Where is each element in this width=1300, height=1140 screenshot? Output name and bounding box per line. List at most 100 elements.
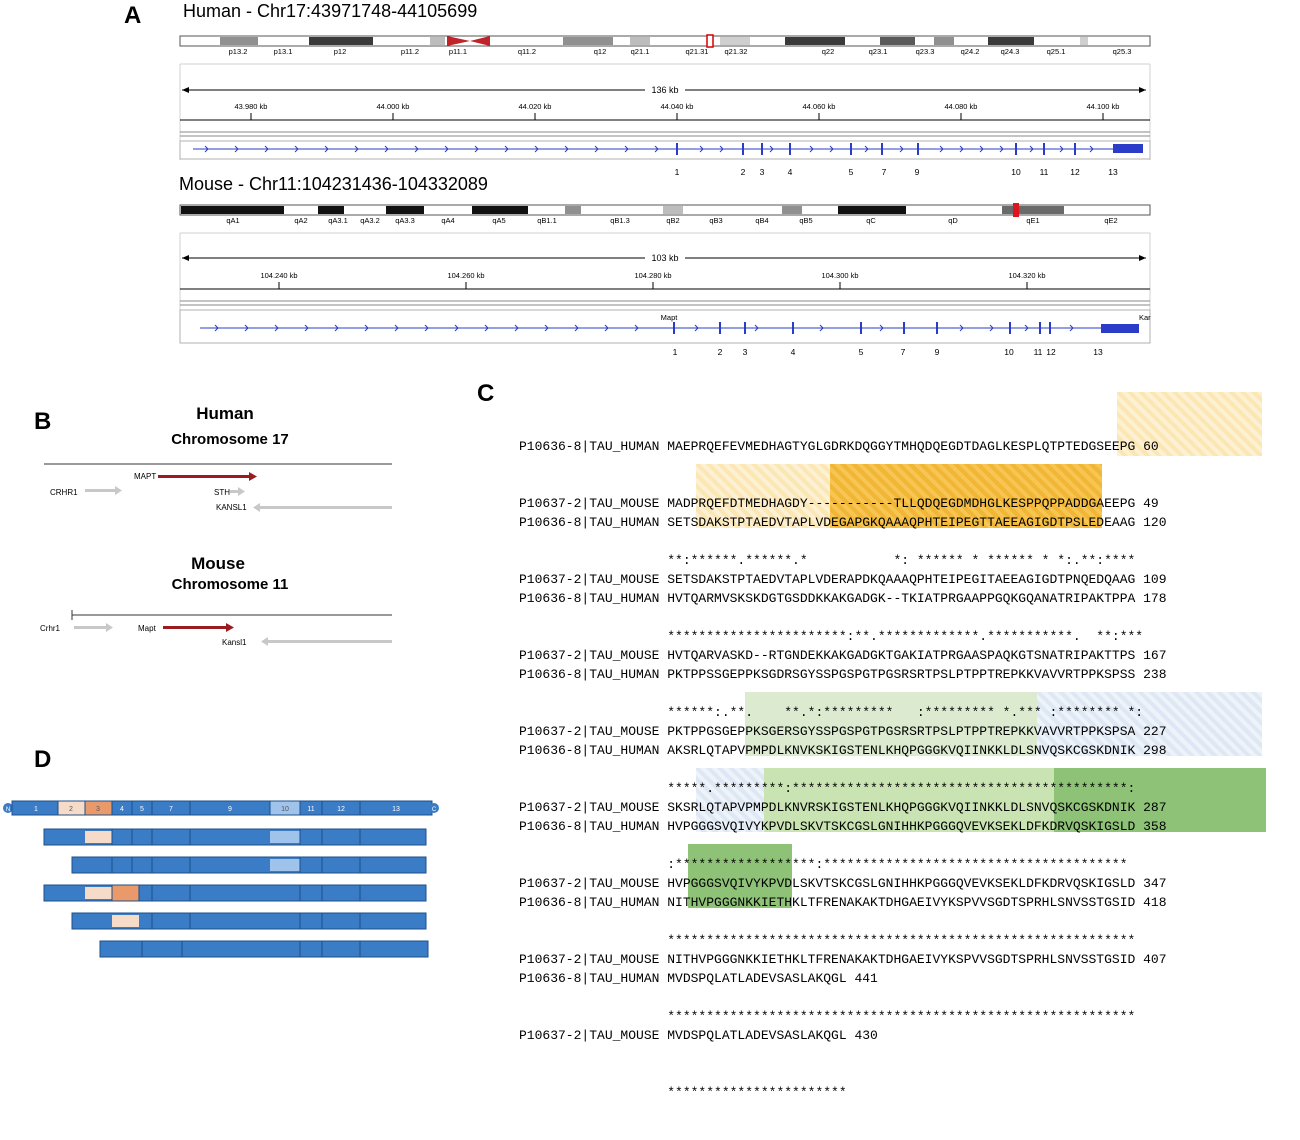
ruler-tick-label: 104.300 kb [821, 271, 858, 280]
human-span-label: 136 kb [651, 85, 678, 95]
panel-label-b: B [34, 408, 52, 435]
exon-number: 10 [1011, 167, 1021, 177]
ruler-tick-label: 44.020 kb [519, 102, 552, 111]
kansl1-track-label: Kar [1139, 313, 1151, 322]
band-label: qA4 [441, 216, 454, 225]
band-label: q24.2 [961, 47, 980, 56]
band-label: qB2 [666, 216, 679, 225]
panel-label-d: D [34, 746, 52, 773]
mouse-gene-track: Mapt Kar [179, 309, 1151, 344]
band-label: qB5 [799, 216, 812, 225]
mouse-exon-numbers: 1 2 3 4 5 7 9 10 11 12 13 [673, 347, 1103, 357]
exon-number: 4 [791, 347, 796, 357]
exon-number: 4 [788, 167, 793, 177]
exon-number: 13 [1108, 167, 1118, 177]
exon-number: 9 [915, 167, 920, 177]
ruler-tick-label: 43.980 kb [235, 102, 268, 111]
exon-number: 11 [1034, 347, 1043, 357]
band-label: p13.2 [229, 47, 248, 56]
gene-label-sth: STH [214, 488, 230, 497]
mouse-seq-line: P10637-2|TAU_MOUSE MVDSPQLATLADEVSASLAKQ… [519, 1028, 878, 1043]
exon-label: 12 [337, 806, 345, 813]
exon-number: 3 [743, 347, 748, 357]
human-seq-line: P10636-8|TAU_HUMAN AKSRLQTAPVPMPDLKNVKSK… [519, 743, 1167, 758]
band-label: qE1 [1026, 216, 1039, 225]
human-seq-line: P10636-8|TAU_HUMAN HVPGGGSVQIVYKPVDLSKVT… [519, 819, 1167, 834]
exon-number: 2 [741, 167, 746, 177]
exon-label: 7 [169, 806, 173, 813]
band-label: q24.3 [1001, 47, 1020, 56]
exon-number: 7 [901, 347, 906, 357]
kansl1-arrow [253, 503, 392, 512]
human-span-arrow: 136 kb [182, 83, 1146, 95]
exon-label: 3 [96, 806, 100, 813]
band-label: q21.31 [686, 47, 709, 56]
n-terminus-label: N [6, 807, 10, 813]
exon-number: 1 [673, 347, 678, 357]
exon-number: 10 [1004, 347, 1014, 357]
crhr1-mouse-arrow [74, 623, 113, 632]
band-label: qA5 [492, 216, 505, 225]
gene-label-crhr1: CRHR1 [50, 488, 78, 497]
exon-number: 13 [1093, 347, 1103, 357]
crhr1-arrow [85, 486, 122, 495]
human-seq-line: P10636-8|TAU_HUMAN MVDSPQLATLADEVSASLAKQ… [519, 971, 878, 986]
band-label: qB1.1 [537, 216, 557, 225]
human-exon-numbers: 1 2 3 4 5 7 9 10 11 12 13 [675, 167, 1118, 177]
exon-label: 4 [120, 806, 124, 813]
mapt-track-label: Mapt [661, 313, 679, 322]
exon-label: 5 [140, 806, 144, 813]
gene-label-kansl1-mouse: Kansl1 [222, 638, 247, 647]
exon-label: 11 [307, 806, 314, 813]
isoform-diagram: N C 1 2 3 4 5 7 9 10 11 12 13 [3, 800, 439, 958]
band-label: qA3.1 [328, 216, 348, 225]
exon-label: 9 [228, 806, 232, 813]
band-label: qB3 [709, 216, 722, 225]
human-seq-line: P10636-8|TAU_HUMAN HVTQARMVSKSKDGTGSDDKK… [519, 591, 1167, 606]
exon-number: 9 [935, 347, 940, 357]
exon-label: 2 [69, 806, 73, 813]
ruler-tick-label: 44.100 kb [1087, 102, 1120, 111]
exon-number: 12 [1070, 167, 1080, 177]
band-label: p12 [334, 47, 347, 56]
gene-label-mapt: MAPT [134, 472, 156, 481]
kansl1-mouse-arrow [261, 637, 392, 646]
band-label: q25.1 [1047, 47, 1066, 56]
isoform-1N3R [71, 912, 427, 930]
human-seq-line: P10636-8|TAU_HUMAN NITHVPGGGNKKIETHKLTFR… [519, 895, 1167, 910]
band-label: q11.2 [518, 47, 536, 56]
exon-number: 12 [1046, 347, 1056, 357]
band-label: qB4 [755, 216, 768, 225]
exon-number: 2 [718, 347, 723, 357]
mouse-ideogram [179, 203, 1151, 217]
human-seq-line: P10636-8|TAU_HUMAN PKTPPSSGEPPKSGDRSGYSS… [519, 667, 1167, 682]
ruler-tick-label: 104.240 kb [260, 271, 297, 280]
band-label: p11.2 [401, 47, 419, 56]
isoform-2N3R [43, 884, 427, 902]
band-label: qA2 [294, 216, 307, 225]
c-terminus-label: C [432, 807, 437, 813]
ruler-tick-label: 44.040 kb [661, 102, 694, 111]
gene-label-kansl1: KANSL1 [216, 503, 247, 512]
band-label: qA3.2 [360, 216, 380, 225]
ruler-tick-label: 44.060 kb [803, 102, 836, 111]
exon-number: 5 [849, 167, 854, 177]
isoform-full-length: N C 1 2 3 4 5 7 9 10 11 12 13 [3, 800, 439, 816]
band-label: qA1 [226, 216, 239, 225]
consensus-line: *********************** [519, 1085, 847, 1100]
exon-number: 7 [882, 167, 887, 177]
band-label: qA3.3 [395, 216, 415, 225]
exon-number: 3 [760, 167, 765, 177]
exon-number: 11 [1040, 167, 1049, 177]
gene-label-crhr1-mouse: Crhr1 [40, 624, 61, 633]
ruler-tick-label: 44.000 kb [377, 102, 410, 111]
ruler-tick-label: 104.320 kb [1008, 271, 1045, 280]
isoform-0N4R [71, 856, 427, 874]
ruler-tick-label: 104.280 kb [634, 271, 671, 280]
human-ruler: 43.980 kb 44.000 kb 44.020 kb 44.040 kb … [180, 102, 1150, 137]
mouse-span-arrow: 103 kb [182, 251, 1146, 263]
panel-label-c: C [477, 380, 495, 407]
human-seq-line: P10636-8|TAU_HUMAN SETSDAKSTPTAEDVTAPLVD… [519, 515, 1167, 530]
isoform-0N3R [99, 940, 429, 958]
genome-browser-panel: p13.2 p13.1 p12 p11.2 p11.1 q11.2 q12 q2… [179, 34, 1151, 357]
